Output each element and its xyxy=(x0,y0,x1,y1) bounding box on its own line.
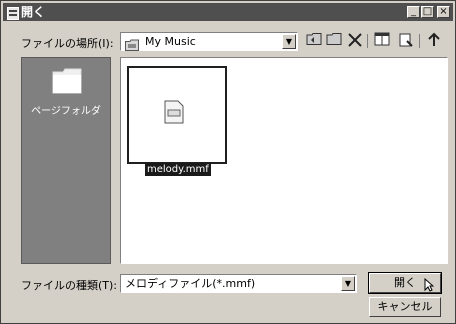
toolbar-separator xyxy=(419,34,420,48)
look-in-label: ファイルの場所(I): xyxy=(21,37,114,50)
look-in-value: My Music xyxy=(145,35,196,48)
toolbar-separator xyxy=(367,34,368,48)
look-in-dropdown-arrow[interactable]: ▼ xyxy=(282,34,296,49)
title-bar: 開く _ □ × xyxy=(3,3,453,21)
place-item-page-folder[interactable]: ページフォルダ xyxy=(22,66,110,120)
up-folder-icon[interactable] xyxy=(325,32,343,50)
place-label: ページフォルダ xyxy=(31,106,101,117)
file-type-dropdown-arrow[interactable]: ▼ xyxy=(341,276,355,291)
look-in-combo[interactable]: My Music ▼ xyxy=(120,32,298,51)
minimize-button[interactable]: _ xyxy=(407,6,420,18)
file-thumbnail xyxy=(127,66,227,164)
file-type-value: メロディファイル(*.mmf) xyxy=(125,277,256,290)
maximize-button[interactable]: □ xyxy=(421,6,434,18)
window-title: 開く xyxy=(21,5,46,19)
file-item-melody[interactable]: melody.mmf xyxy=(127,66,227,178)
tools-icon[interactable] xyxy=(397,32,415,50)
file-type-label: ファイルの種類(T): xyxy=(21,279,118,292)
cancel-button[interactable]: キャンセル xyxy=(369,297,441,317)
open-file-dialog: 開く _ □ × ファイルの場所(I): My Music ▼ ページフォルダ … xyxy=(0,0,456,324)
delete-icon[interactable] xyxy=(346,32,364,50)
view-menu-icon[interactable] xyxy=(373,32,391,50)
expand-icon[interactable] xyxy=(425,32,443,50)
music-folder-icon xyxy=(125,36,139,55)
folder-icon xyxy=(52,68,82,98)
file-list[interactable]: melody.mmf xyxy=(120,57,448,264)
mmf-file-icon xyxy=(164,100,184,128)
places-bar: ページフォルダ xyxy=(21,57,111,264)
open-button-label: 開く xyxy=(394,276,416,289)
file-type-combo[interactable]: メロディファイル(*.mmf) ▼ xyxy=(120,274,357,293)
cancel-button-label: キャンセル xyxy=(377,300,433,313)
back-folder-icon[interactable] xyxy=(305,32,323,50)
mouse-cursor-icon xyxy=(424,277,435,298)
open-button[interactable]: 開く xyxy=(368,272,442,294)
close-button[interactable]: × xyxy=(437,6,450,18)
file-name-label: melody.mmf xyxy=(145,163,211,176)
dialog-icon xyxy=(7,5,19,20)
